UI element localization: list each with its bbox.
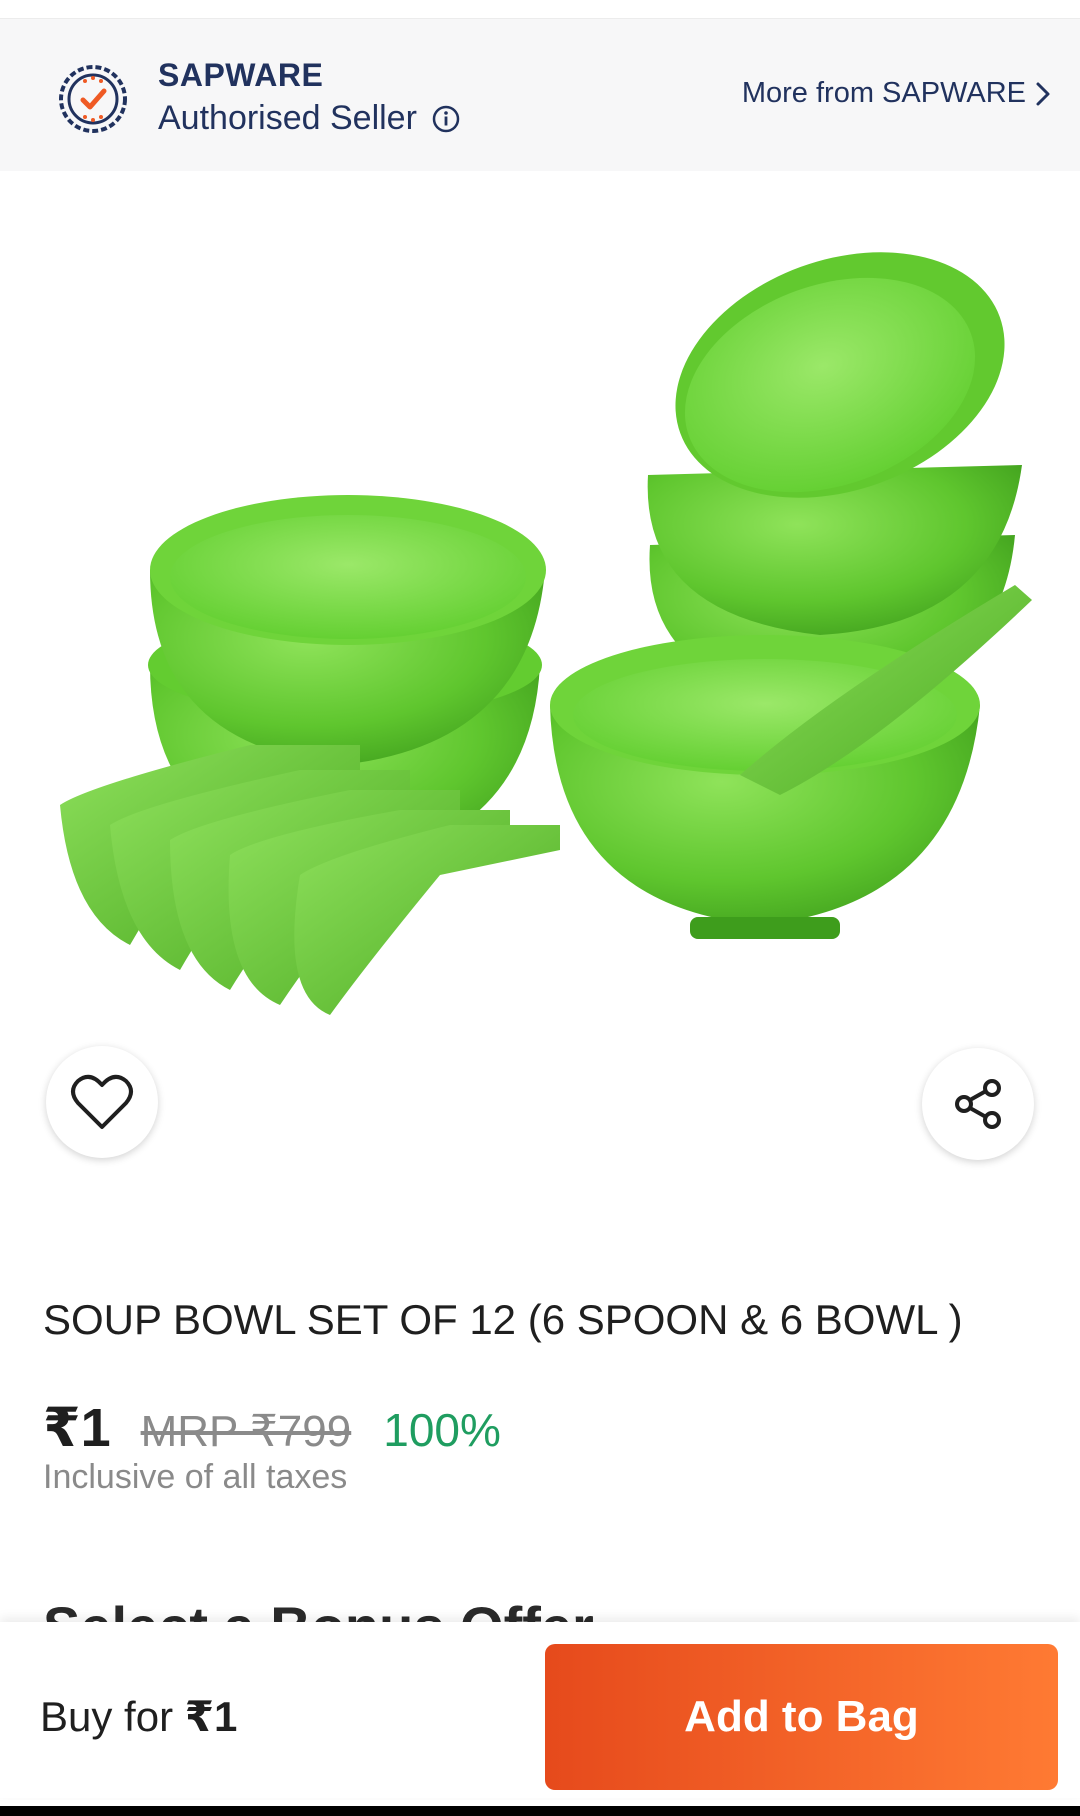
chevron-right-icon [1036,82,1050,105]
seller-status-label: Authorised Seller [158,99,417,137]
bottom-action-bar: Buy for ₹1 Add to Bag [0,1622,1080,1798]
buy-for-label: Buy for ₹1 [40,1692,237,1741]
seller-name: SAPWARE [158,57,324,93]
front-bowl [550,585,1032,939]
system-nav-strip [0,1806,1080,1816]
more-from-seller-label: More from SAPWARE [741,77,1026,109]
buy-for-prefix: Buy for [40,1693,185,1740]
add-to-bag-button[interactable]: Add to Bag [545,1644,1058,1790]
mrp-price: MRP ₹799 [140,1407,352,1456]
price-row: ₹1 MRP ₹799 100% [43,1396,501,1459]
tax-note: Inclusive of all taxes [43,1458,348,1496]
share-icon [955,1079,1001,1129]
wishlist-button[interactable] [46,1046,158,1158]
selling-price: ₹1 [43,1398,111,1458]
verified-seller-badge-icon [59,65,127,133]
share-button[interactable] [922,1048,1034,1160]
discount-percent: 100% [383,1404,501,1456]
product-image[interactable] [0,225,1080,1185]
heart-icon [71,1074,133,1129]
more-from-seller-link[interactable]: More from SAPWARE [742,77,1052,110]
seller-status[interactable]: Authorised Seller [158,99,461,138]
buy-for-price: ₹1 [184,1693,238,1740]
seller-bar: SAPWARE Authorised Seller More from SAPW… [0,18,1080,171]
product-title: SOUP BOWL SET OF 12 (6 SPOON & 6 BOWL ) [43,1296,963,1343]
info-icon[interactable] [431,104,461,134]
